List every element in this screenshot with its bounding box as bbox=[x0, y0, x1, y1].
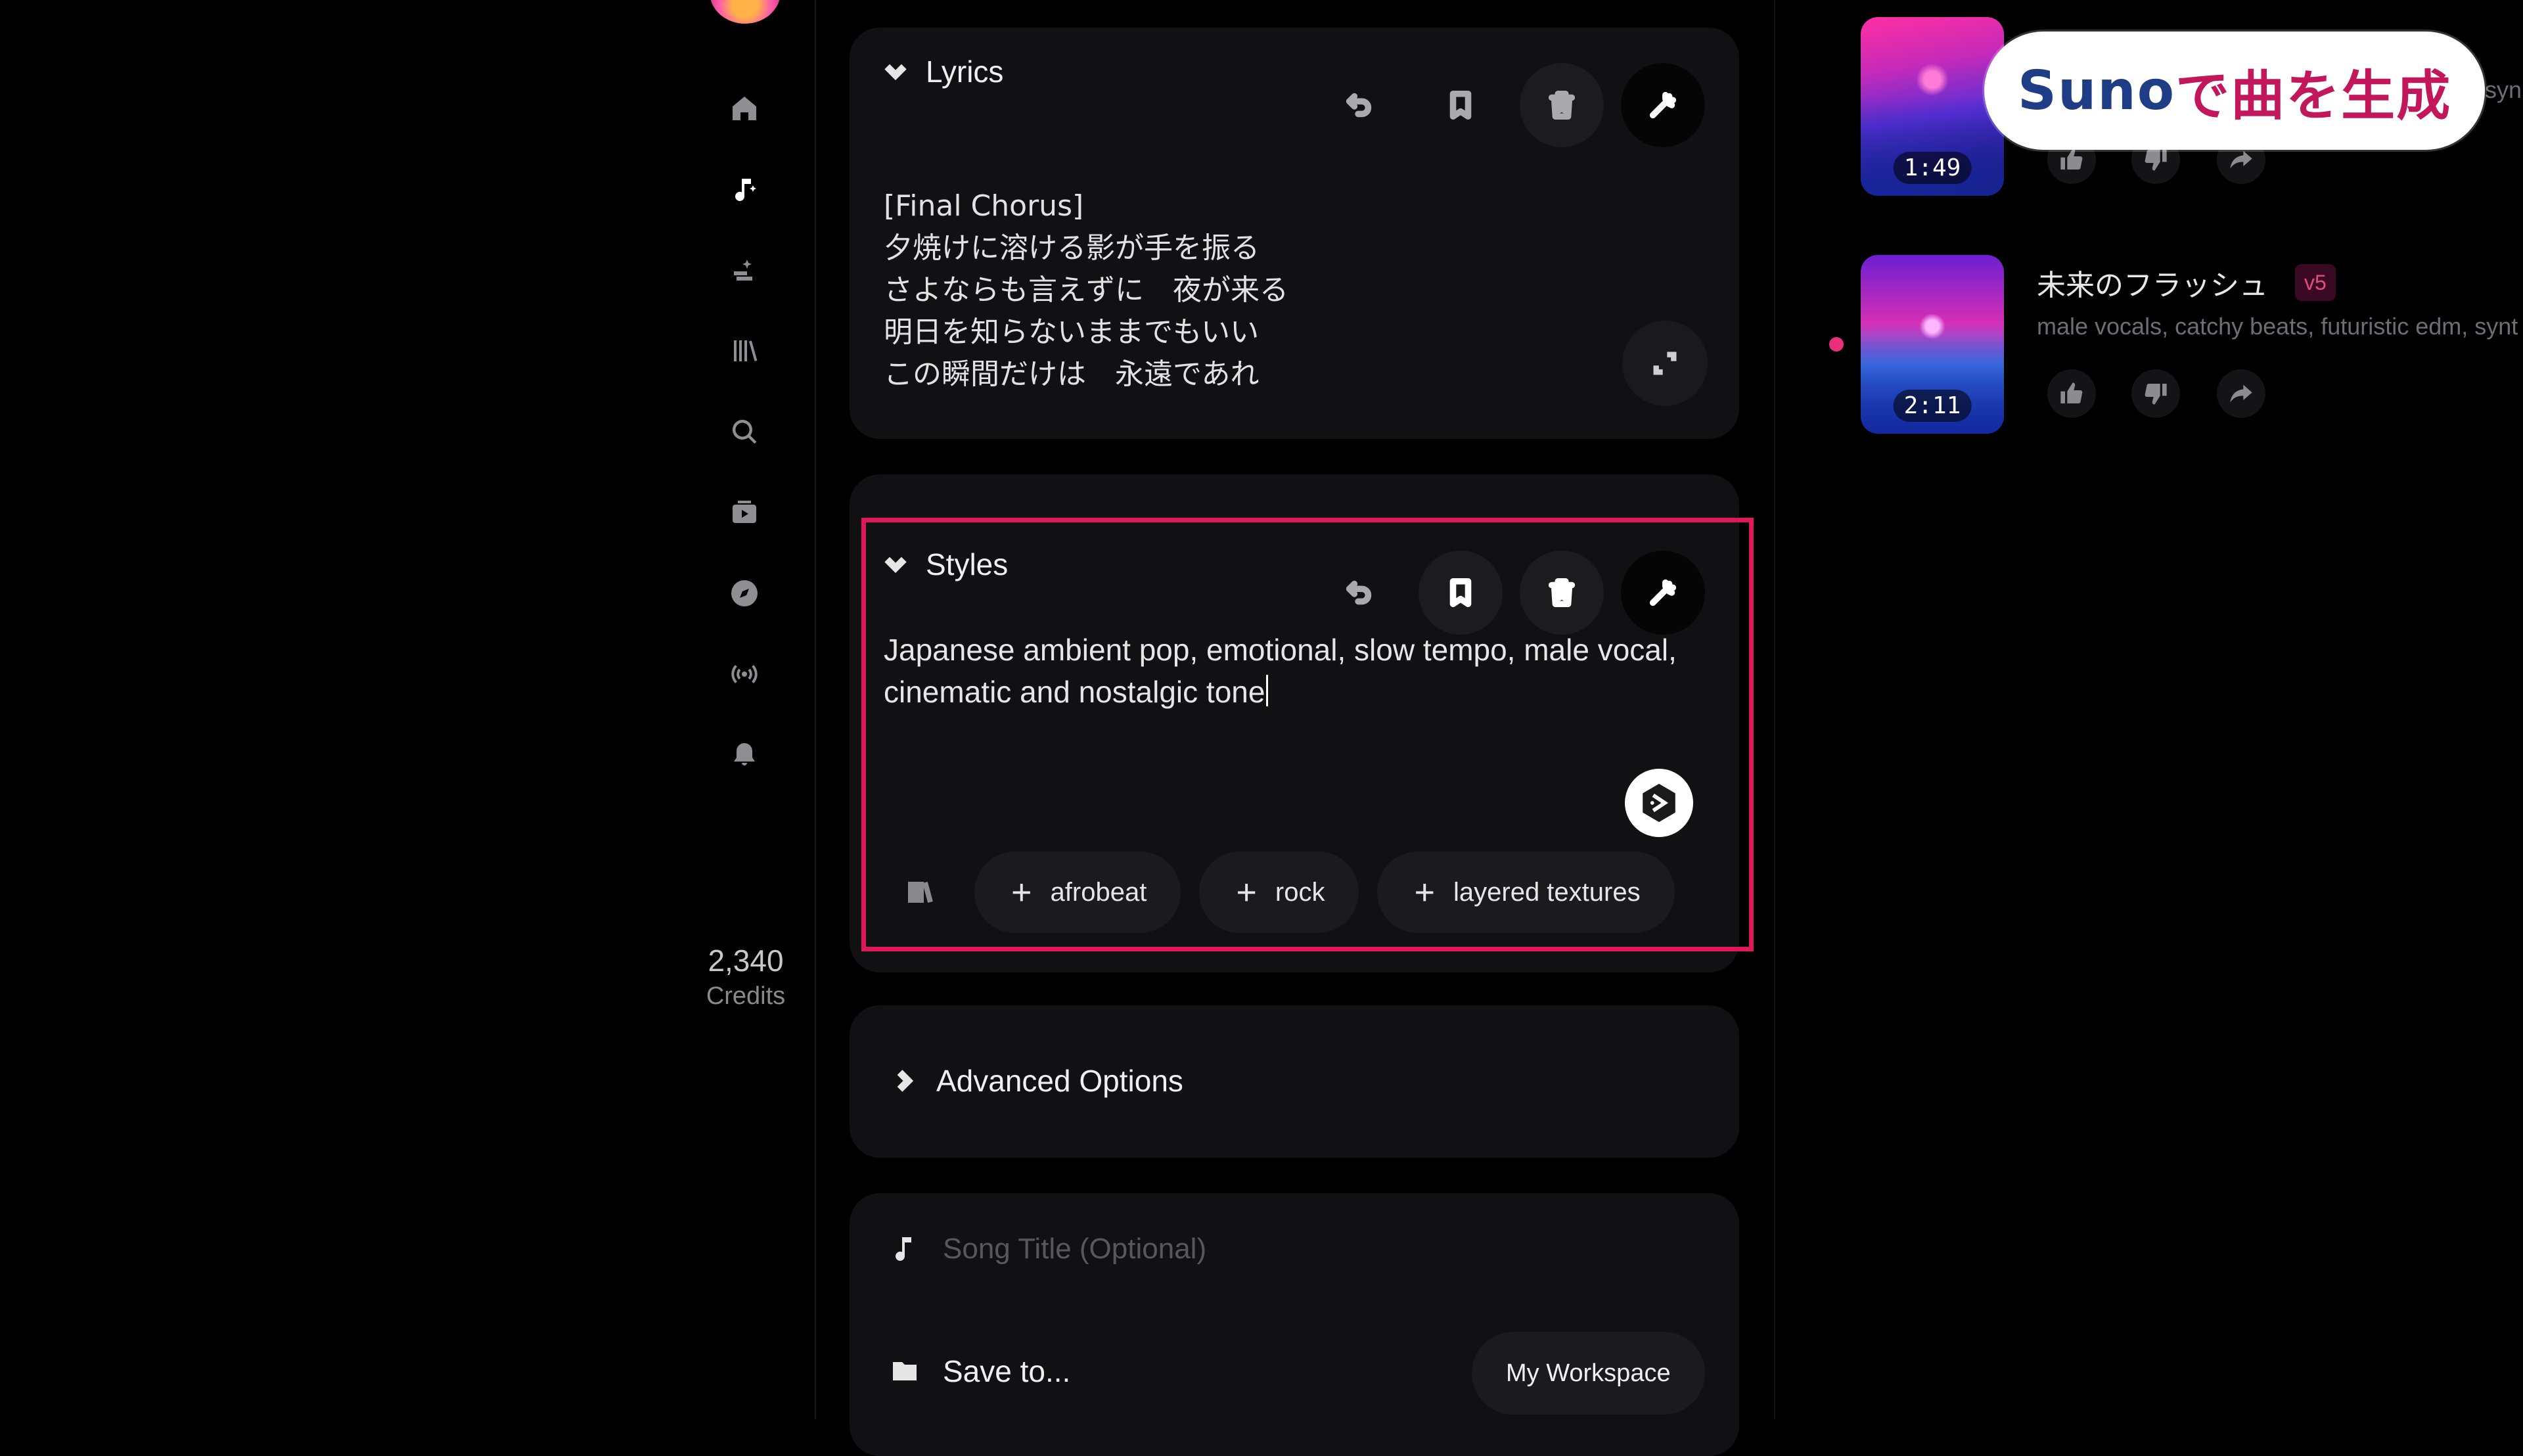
chevron-down-icon[interactable] bbox=[881, 56, 910, 88]
share-icon bbox=[2230, 150, 2252, 169]
song-cover[interactable]: 1:49 bbox=[1861, 17, 2004, 196]
magic-wand-button[interactable] bbox=[1621, 63, 1705, 147]
studio-icon[interactable] bbox=[726, 252, 763, 288]
thumbs-down-icon bbox=[2145, 383, 2167, 405]
song-style-tags: male vocals, catchy beats, futuristic ed… bbox=[2037, 313, 2518, 340]
version-badge: v5 bbox=[2295, 264, 2336, 301]
lyrics-title: Lyrics bbox=[926, 55, 1004, 89]
save-to-label: Save to... bbox=[943, 1354, 1071, 1388]
bookmark-icon bbox=[1449, 90, 1472, 120]
caption-part-1: Suno bbox=[2017, 59, 2176, 122]
avatar[interactable] bbox=[710, 0, 781, 24]
credits[interactable]: 2,340 Credits bbox=[683, 943, 808, 1011]
chevron-right-icon bbox=[897, 1070, 914, 1092]
clipped-song-tags: syn bbox=[2485, 76, 2522, 103]
save-to-row[interactable]: Save to... bbox=[889, 1354, 1070, 1389]
now-playing-dot bbox=[1829, 337, 1844, 352]
bookmark-button[interactable] bbox=[1419, 63, 1503, 147]
lyrics-textarea[interactable]: [Final Chorus] 夕焼けに溶ける影が手を振る さよならも言えずに 夜… bbox=[884, 185, 1288, 396]
song-title-field[interactable]: Song Title (Optional) bbox=[889, 1233, 1206, 1265]
credits-label: Credits bbox=[706, 982, 786, 1010]
radio-broadcast-icon[interactable] bbox=[726, 656, 763, 693]
undo-button[interactable] bbox=[1317, 63, 1401, 147]
video-icon[interactable] bbox=[726, 494, 763, 531]
music-note-icon bbox=[896, 1237, 911, 1261]
magic-wand-icon bbox=[1649, 91, 1677, 119]
caption-part-2: で曲を生成 bbox=[2175, 64, 2452, 127]
library-icon[interactable] bbox=[726, 332, 763, 369]
trash-icon bbox=[1548, 90, 1576, 120]
explore-compass-icon[interactable] bbox=[726, 575, 763, 612]
lyrics-panel: Lyrics [Final Chorus] 夕焼けに溶ける影が手を振る さよなら… bbox=[850, 28, 1739, 439]
song-list bbox=[1774, 0, 2523, 1419]
caption-overlay: Suno で曲を生成 bbox=[1984, 32, 2485, 150]
clear-button[interactable] bbox=[1520, 63, 1604, 147]
advanced-options-panel[interactable]: Advanced Options bbox=[850, 1005, 1739, 1158]
credits-value: 2,340 bbox=[708, 944, 784, 978]
share-button[interactable] bbox=[2217, 369, 2265, 418]
workspace-button[interactable]: My Workspace bbox=[1472, 1332, 1705, 1415]
expand-button[interactable] bbox=[1622, 321, 1708, 406]
share-icon bbox=[2230, 384, 2252, 403]
song-details-panel: Song Title (Optional) Save to... bbox=[850, 1193, 1739, 1456]
highlight-frame bbox=[861, 518, 1754, 951]
search-icon[interactable] bbox=[726, 413, 763, 450]
bell-icon[interactable] bbox=[726, 737, 763, 773]
sidebar: 2,340 Credits bbox=[0, 0, 816, 1419]
thumbs-up-icon bbox=[2060, 382, 2083, 404]
like-button[interactable] bbox=[2047, 369, 2096, 418]
thumbs-up-icon bbox=[2060, 148, 2083, 170]
advanced-options-title: Advanced Options bbox=[936, 1064, 1183, 1098]
expand-icon bbox=[1653, 352, 1677, 375]
home-icon[interactable] bbox=[726, 90, 763, 127]
song-title-placeholder: Song Title (Optional) bbox=[943, 1233, 1207, 1265]
dislike-button[interactable] bbox=[2131, 369, 2180, 418]
undo-icon bbox=[1346, 93, 1372, 118]
song-cover[interactable]: 2:11 bbox=[1861, 255, 2004, 434]
thumbs-down-icon bbox=[2145, 149, 2167, 171]
folder-icon bbox=[893, 1362, 917, 1380]
create-music-icon[interactable] bbox=[726, 171, 763, 208]
song-duration: 2:11 bbox=[1893, 390, 1972, 422]
song-title[interactable]: 未来のフラッシュ bbox=[2037, 262, 2268, 304]
song-duration: 1:49 bbox=[1893, 152, 1972, 184]
